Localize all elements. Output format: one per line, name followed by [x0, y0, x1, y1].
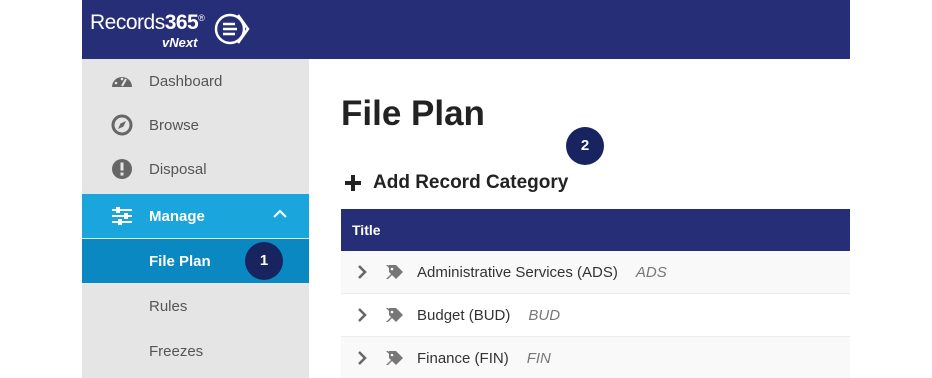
table-row[interactable]: Budget (BUD) BUD	[341, 294, 850, 337]
category-code: FIN	[526, 350, 551, 367]
sidebar-item-label: Disposal	[149, 161, 207, 178]
brand-name: Records365®	[90, 11, 205, 34]
plus-icon	[345, 175, 361, 191]
exclamation-icon	[112, 159, 132, 179]
sidebar: Dashboard Browse Disposal Manage File Pl…	[82, 59, 309, 378]
sidebar-item-label: Manage	[149, 208, 205, 225]
sidebar-subitem-label: File Plan	[149, 253, 211, 270]
category-code: ADS	[635, 264, 667, 281]
table-header: Title	[341, 209, 850, 251]
category-code: BUD	[528, 307, 561, 324]
sidebar-subitem-label: Freezes	[149, 343, 204, 360]
tag-icon	[386, 265, 403, 279]
sidebar-item-label: Browse	[149, 117, 200, 134]
category-name: Budget (BUD)	[417, 307, 511, 324]
chevron-right-icon[interactable]	[357, 308, 367, 322]
app-window: Records365® vNext Dashboard Browse Dispo…	[82, 0, 850, 378]
sidebar-item-label: Dashboard	[149, 73, 223, 90]
column-header-title[interactable]: Title	[352, 222, 381, 238]
chevron-right-icon[interactable]	[357, 265, 367, 279]
table-row[interactable]: Finance (FIN) FIN	[341, 337, 850, 378]
row-title: Budget (BUD) BUD	[417, 307, 560, 324]
tag-icon	[386, 308, 403, 322]
sidebar-subitem-file-plan[interactable]: File Plan 1	[82, 239, 309, 283]
sliders-icon	[112, 207, 132, 225]
logo-mark-icon	[214, 13, 250, 45]
sidebar-item-disposal[interactable]: Disposal	[82, 147, 309, 191]
file-plan-table: Title Administrative Services (ADS) ADS	[341, 209, 850, 378]
sidebar-item-manage[interactable]: Manage	[82, 194, 309, 238]
sidebar-item-browse[interactable]: Browse	[82, 103, 309, 147]
row-title: Finance (FIN) FIN	[417, 350, 551, 367]
callout-badge-2: 2	[566, 127, 604, 165]
compass-icon	[111, 114, 133, 136]
category-name: Finance (FIN)	[417, 350, 509, 367]
page-title: File Plan	[341, 94, 485, 133]
main-content: File Plan 2 Add Record Category Title Ad…	[309, 59, 850, 378]
sidebar-subitem-label: Rules	[149, 298, 188, 315]
category-name: Administrative Services (ADS)	[417, 264, 618, 281]
table-body: Administrative Services (ADS) ADS Budget …	[341, 251, 850, 378]
brand-sub: vNext	[162, 35, 198, 50]
add-record-category-label: Add Record Category	[373, 172, 569, 193]
callout-badge-1: 1	[245, 242, 283, 280]
sidebar-subitem-freezes[interactable]: Freezes	[82, 329, 309, 373]
dashboard-icon	[112, 77, 132, 87]
chevron-right-icon[interactable]	[357, 351, 367, 365]
tag-icon	[386, 351, 403, 365]
table-row[interactable]: Administrative Services (ADS) ADS	[341, 251, 850, 294]
row-title: Administrative Services (ADS) ADS	[417, 264, 667, 281]
top-bar: Records365® vNext	[82, 0, 850, 59]
chevron-up-icon[interactable]	[273, 209, 287, 219]
sidebar-item-dashboard[interactable]: Dashboard	[82, 59, 309, 103]
sidebar-subitem-rules[interactable]: Rules	[82, 284, 309, 328]
